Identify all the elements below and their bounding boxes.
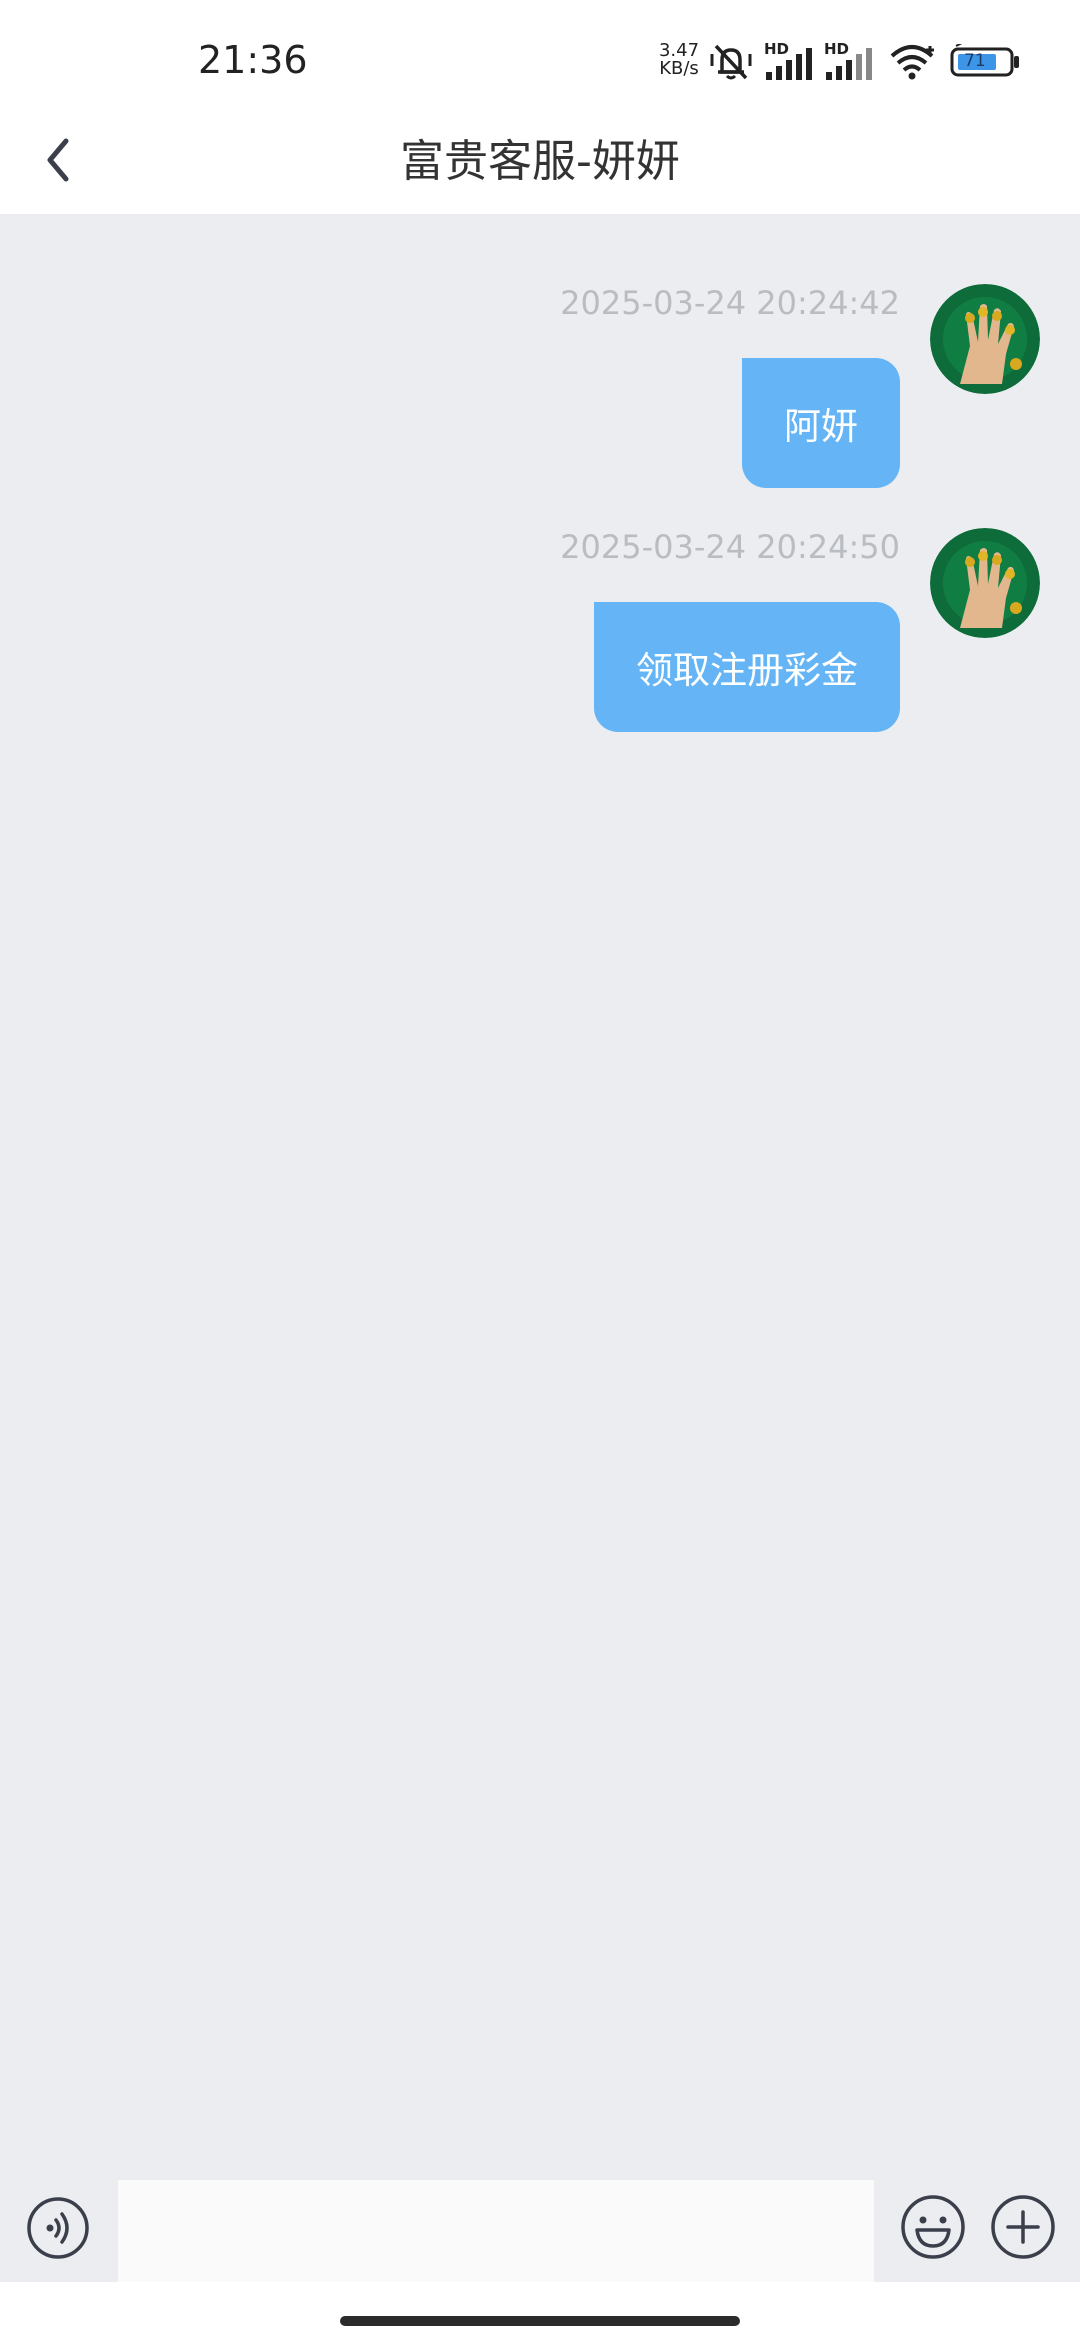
message-bubble[interactable]: 阿妍 [742,358,900,488]
message-input[interactable] [118,2180,874,2282]
system-nav-bar [0,2282,1080,2340]
chat-header: 富贵客服-妍妍 [0,110,1080,214]
avatar[interactable] [930,284,1040,394]
chevron-left-icon [47,138,69,182]
battery-level: 71 [964,51,986,71]
more-button[interactable] [990,2194,1056,2260]
status-icons: 3.47 KB/s HD HD 71 [650,36,1030,84]
message-list[interactable]: 2025-03-24 20:24:42 阿妍 2025-03-24 20:24:… [0,214,1080,2162]
signal-icon [766,48,812,80]
voice-button[interactable] [26,2196,90,2260]
voice-icon [27,2197,89,2259]
home-indicator[interactable] [340,2316,740,2326]
message-timestamp: 2025-03-24 20:24:50 [560,528,900,566]
avatar[interactable] [930,528,1040,638]
avatar-image [930,528,1040,638]
message-timestamp: 2025-03-24 20:24:42 [560,284,900,322]
message-bubble[interactable]: 领取注册彩金 [594,602,900,732]
mute-icon [710,44,752,80]
net-speed: 3.47 KB/s [656,42,702,78]
signal-icon [826,48,872,80]
emoji-button[interactable] [900,2194,966,2260]
plus-icon [991,2195,1055,2259]
message-text: 领取注册彩金 [636,649,858,692]
status-bar: 21:36 3.47 KB/s HD HD 71 [0,0,1080,110]
page-title: 富贵客服-妍妍 [400,136,680,187]
back-button[interactable] [18,120,98,200]
status-time: 21:36 [198,38,308,82]
net-speed-unit: KB/s [659,58,699,79]
input-bar [0,2162,1080,2282]
avatar-image [930,284,1040,394]
battery-icon: 71 [950,44,1022,78]
message-text: 阿妍 [784,405,858,448]
emoji-icon [901,2195,965,2259]
wifi-icon [890,45,934,80]
